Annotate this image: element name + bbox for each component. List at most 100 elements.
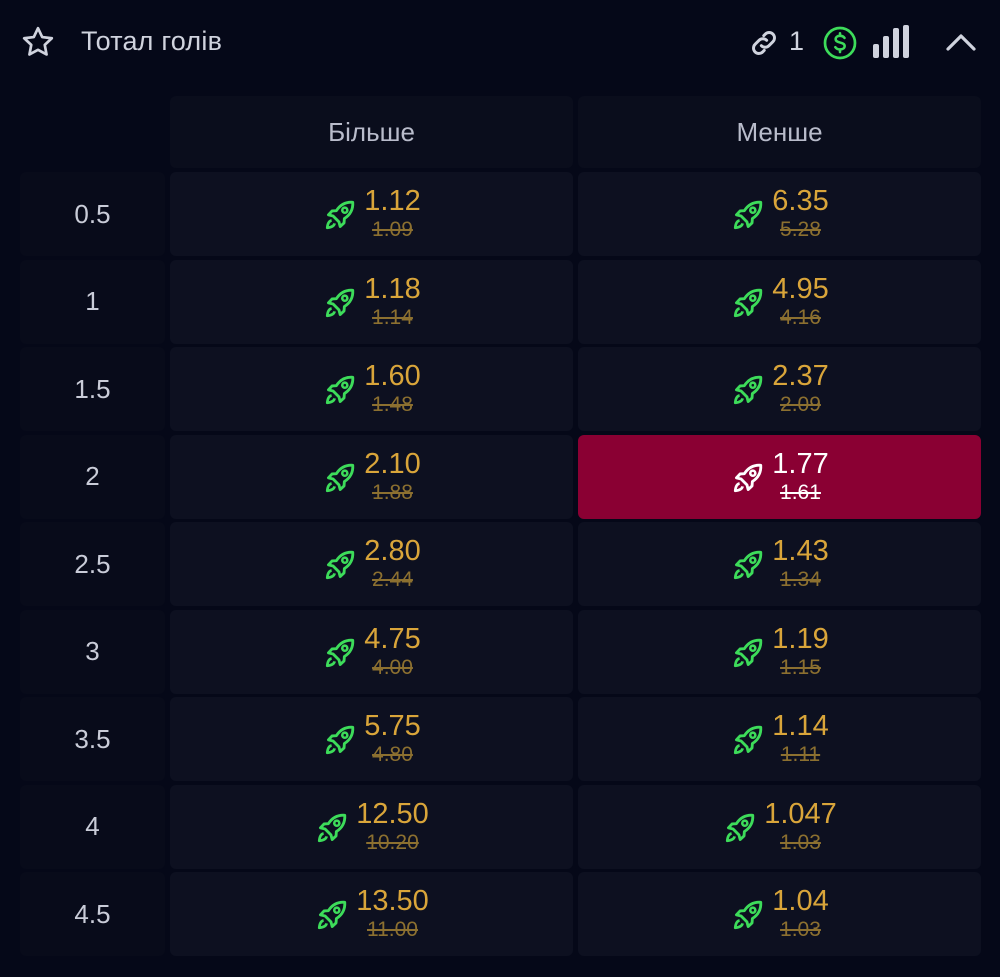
odds-values: 6.35 5.28 [772, 185, 828, 243]
odds-values: 1.19 1.15 [772, 623, 828, 681]
boost-rocket-icon [730, 285, 766, 321]
odds-values: 2.10 1.88 [364, 448, 420, 506]
odds-button-content: 1.12 1.09 [170, 172, 573, 256]
odds-values: 2.80 2.44 [364, 535, 420, 593]
original-odds: 5.28 [780, 218, 821, 241]
odds-values: 2.37 2.09 [772, 360, 828, 418]
boosted-odds: 5.75 [364, 710, 421, 742]
odds-values: 1.60 1.48 [364, 360, 420, 418]
odds-button-over[interactable]: 1.60 1.48 [170, 347, 573, 431]
odds-button-over[interactable]: 1.12 1.09 [170, 172, 573, 256]
statistics-icon[interactable] [871, 24, 911, 60]
boosted-odds: 1.77 [772, 447, 829, 480]
odds-values: 1.047 1.03 [764, 798, 837, 856]
original-odds: 4.16 [780, 305, 821, 329]
odds-button-content: 1.14 1.11 [578, 697, 981, 781]
boost-rocket-icon [322, 285, 358, 321]
boost-rocket-icon [730, 547, 766, 583]
odds-button-over[interactable]: 5.75 4.80 [170, 697, 573, 781]
odds-button-content: 1.60 1.48 [170, 347, 573, 431]
boost-rocket-icon [730, 635, 766, 671]
odds-row: 4 12.50 10.20 1.047 1.03 [0, 784, 1000, 869]
odds-values: 5.75 4.80 [364, 710, 420, 768]
original-odds: 1.15 [780, 655, 821, 679]
star-icon[interactable] [20, 24, 56, 60]
boosted-odds: 2.80 [364, 535, 421, 567]
original-odds: 1.11 [780, 743, 821, 766]
original-odds: 11.00 [366, 918, 418, 941]
boost-rocket-icon [322, 372, 358, 408]
odds-button-under[interactable]: 1.14 1.11 [578, 697, 981, 781]
market-title: Тотал голів [81, 26, 223, 56]
total-line-label: 0.5 [20, 172, 165, 256]
boosted-odds: 1.047 [764, 797, 837, 830]
odds-values: 12.50 10.20 [356, 798, 429, 856]
odds-button-under[interactable]: 1.77 1.61 [578, 434, 981, 519]
boosted-odds: 1.19 [772, 622, 829, 655]
original-odds: 4.00 [372, 655, 413, 679]
boost-rocket-icon [730, 897, 766, 933]
odds-button-content: 12.50 10.20 [170, 785, 573, 869]
link-icon[interactable] [748, 27, 780, 59]
odds-row: 3 4.75 4.00 1.19 1.15 [0, 609, 1000, 694]
odds-button-under[interactable]: 1.43 1.34 [578, 522, 981, 606]
odds-button-over[interactable]: 2.80 2.44 [170, 522, 573, 606]
boosted-odds: 1.14 [772, 710, 829, 742]
boost-rocket-icon [722, 810, 758, 846]
odds-button-under[interactable]: 4.95 4.16 [578, 259, 981, 344]
boosted-odds: 4.75 [364, 622, 421, 655]
odds-values: 4.75 4.00 [364, 623, 420, 681]
boosted-odds: 1.12 [364, 185, 421, 217]
odds-button-under[interactable]: 1.047 1.03 [578, 784, 981, 869]
column-header-over: Більше [170, 96, 573, 168]
boosted-odds: 1.60 [364, 360, 421, 392]
odds-button-content: 1.18 1.14 [170, 260, 573, 344]
chevron-up-icon[interactable] [944, 28, 978, 56]
odds-button-content: 1.43 1.34 [578, 522, 981, 606]
odds-button-content: 6.35 5.28 [578, 172, 981, 256]
total-line-label: 3 [20, 609, 165, 694]
odds-button-over[interactable]: 13.50 11.00 [170, 872, 573, 956]
odds-button-content: 5.75 4.80 [170, 697, 573, 781]
boost-rocket-icon [322, 722, 358, 758]
total-line-label: 1.5 [20, 347, 165, 431]
odds-button-content: 2.80 2.44 [170, 522, 573, 606]
boosted-odds: 2.10 [364, 447, 421, 480]
odds-row: 2 2.10 1.88 1.77 1.61 [0, 434, 1000, 519]
odds-values: 1.18 1.14 [364, 273, 420, 331]
odds-button-over[interactable]: 4.75 4.00 [170, 609, 573, 694]
odds-button-over[interactable]: 12.50 10.20 [170, 784, 573, 869]
odds-row: 1.5 1.60 1.48 2.37 2.09 [0, 347, 1000, 431]
total-line-label: 2.5 [20, 522, 165, 606]
original-odds: 1.03 [780, 918, 821, 941]
boost-rocket-icon [314, 810, 350, 846]
odds-row: 2.5 2.80 2.44 1.43 1.34 [0, 522, 1000, 606]
odds-button-content: 1.19 1.15 [578, 610, 981, 694]
boost-rocket-icon [322, 635, 358, 671]
column-header-under: Менше [578, 96, 981, 168]
cashout-dollar-icon[interactable] [822, 25, 858, 61]
original-odds: 10.20 [366, 830, 419, 854]
odds-button-content: 4.95 4.16 [578, 260, 981, 344]
market-header[interactable]: Тотал голів 1 [0, 0, 1000, 86]
odds-button-under[interactable]: 2.37 2.09 [578, 347, 981, 431]
odds-button-under[interactable]: 1.04 1.03 [578, 872, 981, 956]
original-odds: 1.03 [780, 830, 821, 854]
original-odds: 1.14 [372, 305, 413, 329]
odds-button-over[interactable]: 2.10 1.88 [170, 434, 573, 519]
boost-rocket-icon [322, 197, 358, 233]
odds-button-under[interactable]: 6.35 5.28 [578, 172, 981, 256]
original-odds: 1.34 [780, 568, 821, 591]
boosted-odds: 2.37 [772, 360, 829, 392]
boosted-odds: 1.43 [772, 535, 829, 567]
boosted-odds: 6.35 [772, 185, 829, 217]
odds-button-under[interactable]: 1.19 1.15 [578, 609, 981, 694]
odds-values: 4.95 4.16 [772, 273, 828, 331]
odds-button-over[interactable]: 1.18 1.14 [170, 259, 573, 344]
odds-button-content: 2.10 1.88 [170, 435, 573, 519]
boost-rocket-icon [730, 372, 766, 408]
boost-rocket-icon [322, 460, 358, 496]
total-line-label: 4 [20, 784, 165, 869]
boosted-odds: 4.95 [772, 272, 829, 305]
boosted-odds: 12.50 [356, 797, 429, 830]
